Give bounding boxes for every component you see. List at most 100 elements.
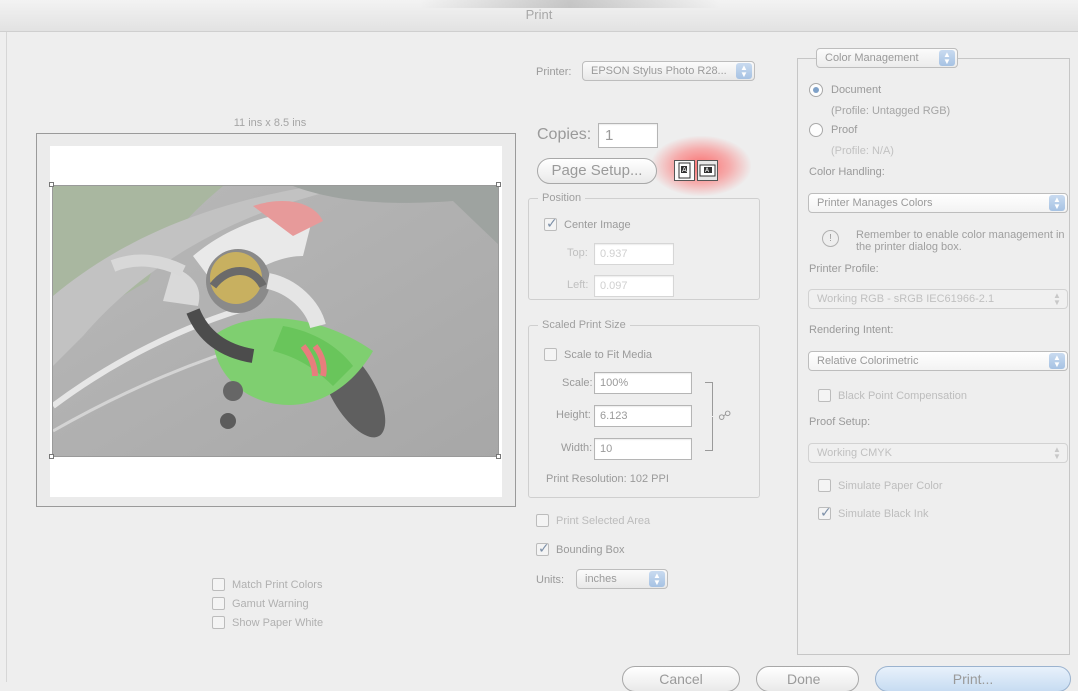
scale-label: Scale: xyxy=(562,377,593,389)
popup-arrows-icon: ▲ ▼ xyxy=(649,571,665,587)
bounding-box-option[interactable]: Bounding Box xyxy=(536,540,625,559)
popup-arrows-icon: ▲ ▼ xyxy=(1053,291,1061,307)
print-dialog: Print 11 ins x 8.5 ins Match Print Color… xyxy=(0,0,1078,691)
printer-profile-value: Working RGB - sRGB IEC61966-2.1 xyxy=(817,293,995,305)
print-selected-area-label: Print Selected Area xyxy=(556,514,651,527)
popup-arrows-icon: ▲ ▼ xyxy=(1049,195,1065,211)
top-label: Top: xyxy=(567,247,588,259)
proof-setup-label: Proof Setup: xyxy=(809,416,871,428)
portrait-orientation-icon[interactable]: A xyxy=(674,160,695,181)
scale-field[interactable]: 100% xyxy=(594,372,692,394)
position-title: Position xyxy=(538,192,586,204)
motorcycle-photo xyxy=(53,186,498,456)
show-paper-white-option[interactable]: Show Paper White xyxy=(212,613,323,632)
show-paper-white-checkbox[interactable] xyxy=(212,616,225,629)
resize-handle-top-right[interactable] xyxy=(496,182,501,187)
units-value: inches xyxy=(585,573,617,585)
proof-radio[interactable] xyxy=(809,122,823,137)
show-paper-white-label: Show Paper White xyxy=(232,616,324,629)
height-label: Height: xyxy=(556,409,591,421)
printer-profile-label: Printer Profile: xyxy=(809,263,879,275)
gamut-warning-label: Gamut Warning xyxy=(232,597,309,610)
match-print-colors-label: Match Print Colors xyxy=(232,578,323,591)
center-image-option[interactable]: Center Image xyxy=(544,215,631,234)
center-image-checkbox[interactable] xyxy=(544,215,558,232)
print-button[interactable]: Print... xyxy=(875,666,1071,691)
chain-link-icon[interactable]: ☍ xyxy=(718,408,731,424)
left-label: Left: xyxy=(567,279,589,291)
width-field[interactable]: 10 xyxy=(594,438,692,460)
printer-profile-popup[interactable]: Working RGB - sRGB IEC61966-2.1 ▲ ▼ xyxy=(808,289,1068,309)
resize-handle-top-left[interactable] xyxy=(49,182,54,187)
color-handling-value: Printer Manages Colors xyxy=(817,197,933,209)
landscape-orientation-icon[interactable]: A xyxy=(697,160,718,181)
paper-size-label: 11 ins x 8.5 ins xyxy=(233,117,307,129)
resize-handle-bottom-right[interactable] xyxy=(496,454,501,459)
document-profile: (Profile: Untagged RGB) xyxy=(831,105,951,117)
left-border xyxy=(6,32,7,682)
simulate-paper-option[interactable]: Simulate Paper Color xyxy=(818,476,943,495)
match-print-colors-checkbox[interactable] xyxy=(212,578,225,591)
copies-field[interactable]: 1 xyxy=(598,123,658,148)
center-image-label: Center Image xyxy=(564,218,631,231)
printer-popup[interactable]: EPSON Stylus Photo R28... ▲ ▼ xyxy=(582,61,755,81)
document-radio[interactable] xyxy=(809,82,823,97)
simulate-ink-checkbox[interactable] xyxy=(818,504,832,521)
window-title: Print xyxy=(525,7,553,22)
proof-setup-popup[interactable]: Working CMYK ▲ ▼ xyxy=(808,443,1068,463)
top-field[interactable]: 0.937 xyxy=(594,243,674,265)
left-field[interactable]: 0.097 xyxy=(594,275,674,297)
print-resolution: Print Resolution: 102 PPI xyxy=(546,473,669,485)
color-handling-popup[interactable]: Printer Manages Colors ▲ ▼ xyxy=(808,193,1068,213)
simulate-paper-label: Simulate Paper Color xyxy=(838,479,943,492)
match-print-colors-option[interactable]: Match Print Colors xyxy=(212,575,323,594)
copies-label: Copies: xyxy=(537,126,592,143)
color-management-reminder: Remember to enable color management in t… xyxy=(856,229,1065,253)
height-field[interactable]: 6.123 xyxy=(594,405,692,427)
color-management-value: Color Management xyxy=(825,52,919,64)
svg-text:A: A xyxy=(682,166,687,174)
simulate-paper-checkbox[interactable] xyxy=(818,479,831,492)
link-bracket-top xyxy=(705,382,713,416)
color-management-popup[interactable]: Color Management ▲ ▼ xyxy=(816,48,958,68)
done-button[interactable]: Done xyxy=(756,666,859,691)
rendering-intent-label: Rendering Intent: xyxy=(809,324,894,336)
bounding-box-checkbox[interactable] xyxy=(536,540,550,557)
rendering-intent-value: Relative Colorimetric xyxy=(817,355,919,367)
popup-arrows-icon: ▲ ▼ xyxy=(939,50,955,66)
scaled-print-size-title: Scaled Print Size xyxy=(538,319,630,331)
rendering-intent-popup[interactable]: Relative Colorimetric ▲ ▼ xyxy=(808,351,1068,371)
proof-setup-value: Working CMYK xyxy=(817,447,892,459)
black-point-label: Black Point Compensation xyxy=(838,389,968,402)
printer-label: Printer: xyxy=(536,66,572,78)
cancel-button[interactable]: Cancel xyxy=(622,666,740,691)
popup-arrows-icon: ▲ ▼ xyxy=(1053,445,1061,461)
print-selected-area-checkbox[interactable] xyxy=(536,514,549,527)
proof-option[interactable]: Proof xyxy=(809,120,857,139)
warning-icon: ! xyxy=(822,230,839,247)
proof-label: Proof xyxy=(831,123,858,136)
document-label: Document xyxy=(831,83,882,96)
black-point-option[interactable]: Black Point Compensation xyxy=(818,386,967,405)
printer-value: EPSON Stylus Photo R28... xyxy=(591,65,727,77)
document-option[interactable]: Document xyxy=(809,80,881,99)
scale-to-fit-option[interactable]: Scale to Fit Media xyxy=(544,345,652,364)
preview-options: Match Print Colors Gamut Warning Show Pa… xyxy=(212,575,323,632)
resize-handle-bottom-left[interactable] xyxy=(49,454,54,459)
units-popup[interactable]: inches ▲ ▼ xyxy=(576,569,668,589)
print-selected-area-option[interactable]: Print Selected Area xyxy=(536,511,650,530)
simulate-ink-option[interactable]: Simulate Black Ink xyxy=(818,504,928,523)
units-label: Units: xyxy=(536,574,565,586)
gamut-warning-option[interactable]: Gamut Warning xyxy=(212,594,323,613)
scale-to-fit-checkbox[interactable] xyxy=(544,348,557,361)
color-handling-label: Color Handling: xyxy=(809,166,885,178)
gamut-warning-checkbox[interactable] xyxy=(212,597,225,610)
title-bar: Print xyxy=(0,0,1078,32)
bounding-box-label: Bounding Box xyxy=(556,543,625,556)
page-setup-button[interactable]: Page Setup... xyxy=(537,158,657,184)
preview-image[interactable] xyxy=(52,185,499,457)
black-point-checkbox[interactable] xyxy=(818,389,831,402)
popup-arrows-icon: ▲ ▼ xyxy=(736,63,752,79)
width-label: Width: xyxy=(561,442,593,454)
simulate-ink-label: Simulate Black Ink xyxy=(838,507,929,520)
